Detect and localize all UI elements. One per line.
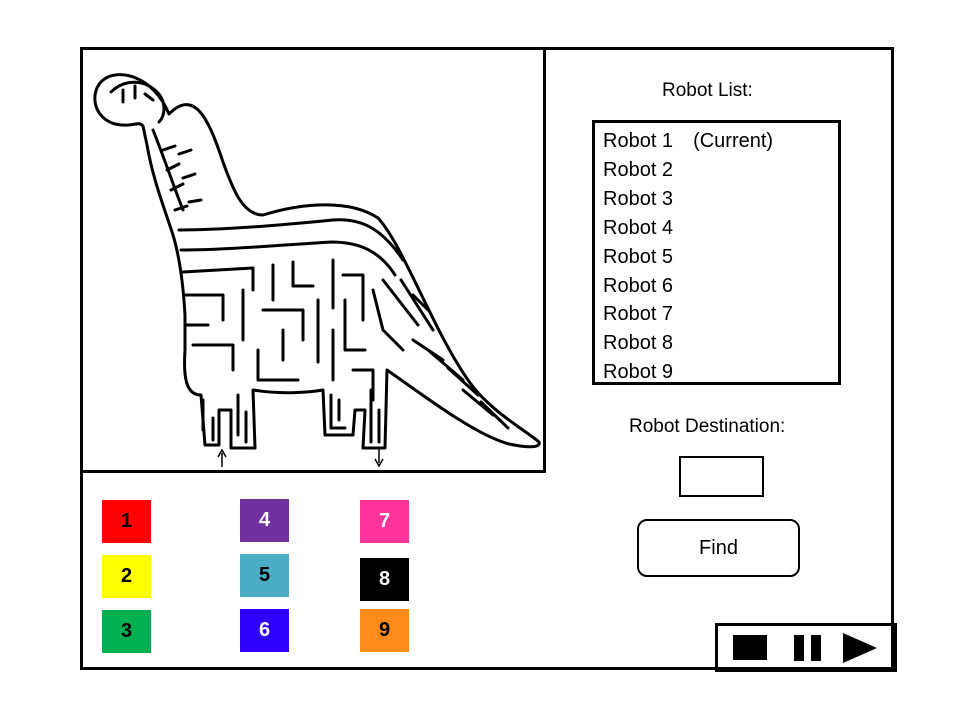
maze-entry-arrow [217, 448, 227, 467]
robot-list-item[interactable]: Robot 1 (Current) [603, 127, 838, 156]
robot-destination-input[interactable] [679, 456, 764, 497]
robot-name: Robot 5 [603, 245, 674, 268]
robot-name: Robot 6 [603, 274, 674, 297]
play-icon [843, 632, 877, 663]
robot-name: Robot 3 [603, 187, 674, 210]
swatch-label: 8 [378, 568, 391, 590]
robot-list-item[interactable]: Robot 8 [603, 329, 838, 358]
robot-color-swatch-1[interactable]: 1 [102, 500, 151, 543]
swatch-label: 3 [120, 620, 133, 642]
playback-controls [715, 623, 897, 672]
robot-color-swatch-9[interactable]: 9 [360, 609, 409, 652]
robot-list[interactable]: Robot 1 (Current) Robot 2 Robot 3 Robot 4 Rob… [592, 120, 841, 385]
swatch-label: 7 [378, 510, 391, 532]
swatch-label: 9 [378, 619, 391, 641]
swatch-label: 2 [120, 565, 133, 587]
robot-list-item[interactable]: Robot 7 [603, 300, 838, 329]
robot-name: Robot 4 [603, 216, 674, 239]
pause-button[interactable] [790, 626, 824, 669]
robot-color-swatch-2[interactable]: 2 [102, 555, 151, 598]
pause-icon [793, 634, 821, 661]
swatch-label: 4 [258, 509, 271, 531]
robot-color-swatch-3[interactable]: 3 [102, 610, 151, 653]
robot-name: Robot 8 [603, 332, 674, 355]
robot-color-swatch-4[interactable]: 4 [240, 499, 289, 542]
robot-name: Robot 2 [603, 158, 674, 181]
swatch-label: 6 [258, 619, 271, 641]
robot-list-item[interactable]: Robot 3 [603, 185, 838, 214]
robot-list-item[interactable]: Robot 4 [603, 214, 838, 243]
play-button[interactable] [840, 626, 880, 669]
stop-button[interactable] [732, 626, 768, 669]
robot-name: Robot 9 [603, 361, 674, 384]
stop-icon [733, 635, 767, 660]
current-robot-tag: (Current) [693, 130, 774, 152]
robot-list-item[interactable]: Robot 5 [603, 243, 838, 272]
robot-color-swatch-6[interactable]: 6 [240, 609, 289, 652]
dinosaur-maze-image [93, 73, 541, 468]
robot-destination-label: Robot Destination: [629, 416, 786, 437]
robot-list-item[interactable]: Robot 6 [603, 272, 838, 301]
robot-list-title: Robot List: [662, 80, 753, 101]
robot-list-item[interactable]: Robot 9 [603, 358, 838, 387]
robot-name: Robot 1 [603, 130, 674, 152]
find-button[interactable]: Find [637, 519, 800, 577]
robot-color-swatch-7[interactable]: 7 [360, 500, 409, 543]
maze-exit-arrow [374, 449, 384, 468]
maze-map-panel[interactable] [80, 47, 546, 473]
swatch-label: 5 [258, 564, 271, 586]
robot-color-swatch-5[interactable]: 5 [240, 554, 289, 597]
robot-name: Robot 7 [603, 303, 674, 326]
robot-list-item[interactable]: Robot 2 [603, 156, 838, 185]
robot-color-swatch-8[interactable]: 8 [360, 558, 409, 601]
swatch-label: 1 [120, 510, 133, 532]
